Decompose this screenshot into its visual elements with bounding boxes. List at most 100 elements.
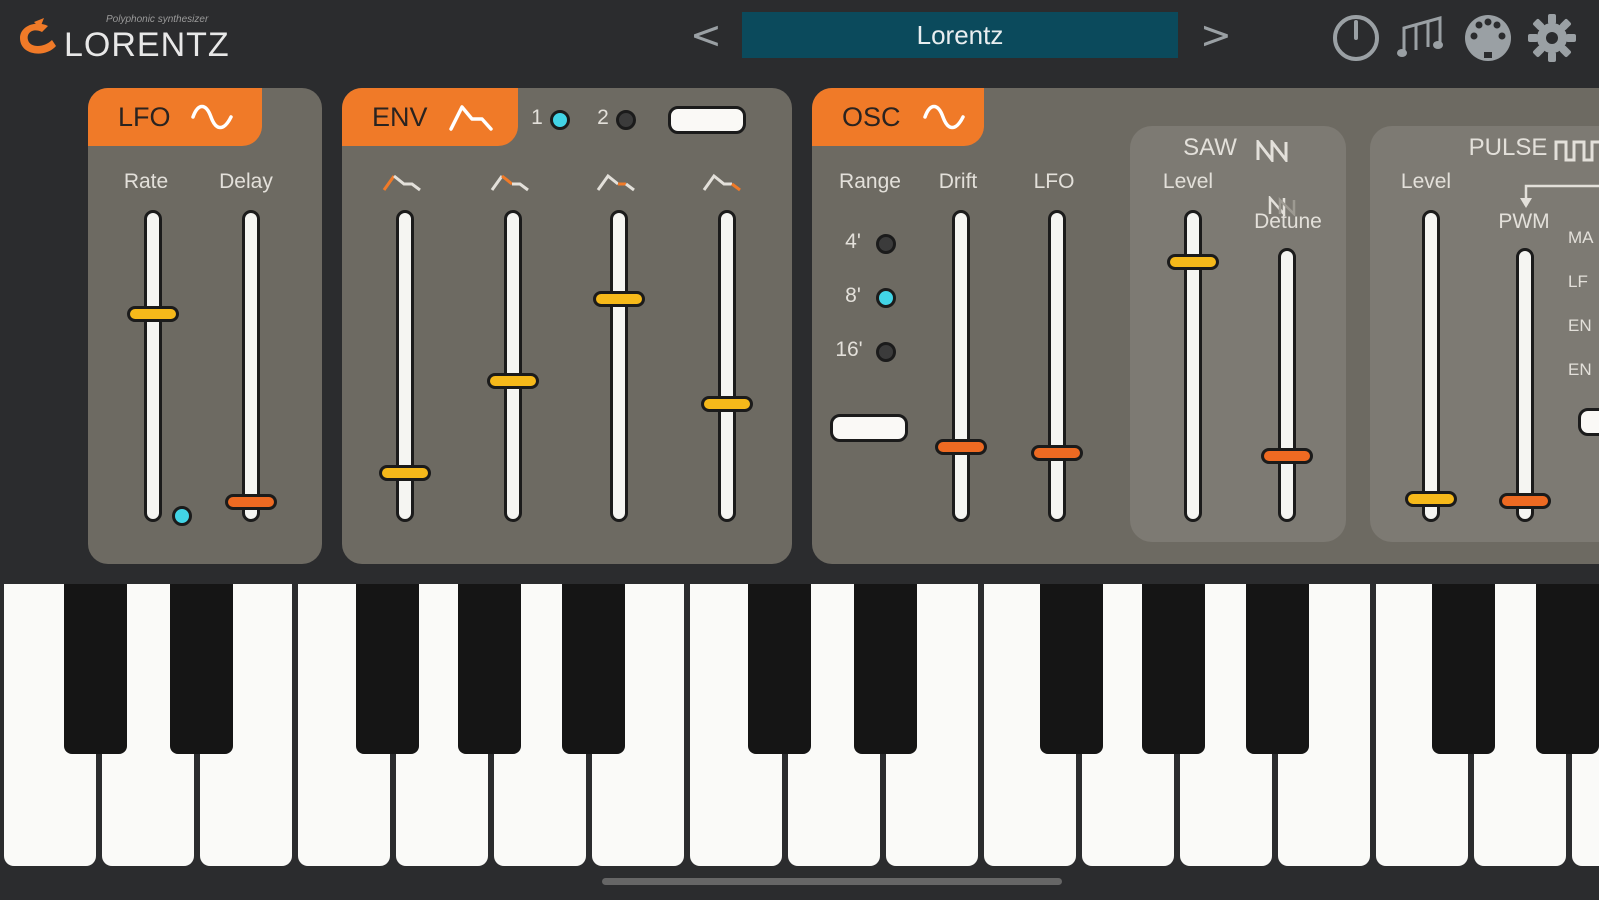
black-key[interactable] [170,584,233,754]
osc-toggle-button[interactable] [830,414,908,442]
gear-icon[interactable] [1526,12,1578,64]
osc-panel-tab: OSC [812,88,984,146]
logo-tagline: Polyphonic synthesizer [106,14,209,25]
lfo-rate-slider[interactable] [127,210,179,522]
pwm-source-1: MA [1568,228,1594,247]
midi-connector-icon[interactable] [1462,12,1514,64]
attack-stage-icon [382,174,421,192]
black-key[interactable] [356,584,419,754]
decay-stage-icon [490,174,529,192]
env-selector-1-label: 1 [531,106,543,129]
black-key[interactable] [1246,584,1309,754]
previous-preset-button[interactable]: < [690,12,722,58]
env-sustain-slider-handle[interactable] [593,291,645,308]
pulse-toggle-button[interactable] [1578,408,1599,436]
music-notes-icon[interactable] [1396,12,1448,64]
black-key[interactable] [458,584,521,754]
pulse-pwm-slider[interactable] [1499,248,1551,522]
env-decay-slider-handle[interactable] [487,372,539,389]
pulse-subpanel: PULSE Level PWM MA LF EN EN [1370,126,1599,542]
black-key[interactable] [1142,584,1205,754]
osc-lfo-slider[interactable] [1031,210,1083,522]
lfo-rate-slider-handle[interactable] [127,305,179,322]
lfo-panel-tab: LFO [88,88,262,146]
power-icon[interactable] [1330,12,1382,64]
osc-lfo-label: LFO [1033,170,1075,193]
pulse-pwm-slider-handle[interactable] [1499,492,1551,509]
env-release-slider[interactable] [701,210,753,522]
saw-subpanel: SAW Level Detune [1130,126,1346,542]
pwm-source-3: EN [1568,316,1592,335]
osc-panel: OSC Range 4' 8' 16' Drift LFO SAW Level … [812,88,1599,564]
env-title: ENV [372,102,428,132]
osc-drift-slider-handle[interactable] [935,439,987,456]
pulse-level-label: Level [1400,170,1452,193]
env-selector-1-led[interactable] [550,110,570,130]
top-bar: Polyphonic synthesizer LORENTZ < Lorentz… [0,0,1599,80]
next-preset-button[interactable]: > [1200,12,1232,58]
pulse-wave-icon [1554,140,1599,162]
black-key[interactable] [748,584,811,754]
lorentz-logo-icon [20,18,56,54]
pwm-routing-icon [1520,184,1599,208]
range-8-led[interactable] [876,288,896,308]
pulse-title: PULSE [1468,134,1548,161]
home-indicator [602,878,1062,885]
env-panel: ENV 1 2 [342,88,792,564]
range-option-4: 4' [845,230,861,253]
env-attack-slider-handle[interactable] [379,465,431,482]
release-stage-icon [702,173,741,192]
saw-title: SAW [1183,134,1237,161]
pulse-level-slider-handle[interactable] [1405,491,1457,508]
sustain-stage-icon [596,173,635,192]
lfo-delay-slider-handle[interactable] [225,494,277,511]
black-key[interactable] [1536,584,1599,754]
range-16-led[interactable] [876,342,896,362]
saw-level-slider-handle[interactable] [1167,253,1219,270]
env-sustain-slider[interactable] [593,210,645,522]
lfo-title: LFO [118,102,171,132]
saw-detune-slider-handle[interactable] [1261,447,1313,464]
osc-drift-slider[interactable] [935,210,987,522]
saw-detune-label: Detune [1254,210,1322,233]
osc-drift-label: Drift [938,170,978,193]
piano-keyboard[interactable] [0,584,1599,870]
logo-wordmark: LORENTZ [64,26,230,64]
lfo-panel: LFO Rate Delay [88,88,322,564]
env-release-slider-handle[interactable] [701,395,753,412]
black-key[interactable] [64,584,127,754]
lfo-delay-label: Delay [219,170,273,193]
env-attack-slider[interactable] [379,210,431,522]
lfo-rate-label: Rate [123,170,169,193]
preset-name-display[interactable]: Lorentz [742,12,1178,58]
range-option-8: 8' [845,284,861,307]
pulse-level-slider[interactable] [1405,210,1457,522]
osc-lfo-slider-handle[interactable] [1031,445,1083,461]
black-key[interactable] [1040,584,1103,754]
env-decay-slider[interactable] [487,210,539,522]
env-toggle-button[interactable] [668,106,746,134]
env-selector-2-led[interactable] [616,110,636,130]
pwm-source-2: LF [1568,272,1588,291]
sine-wave-icon [191,104,233,130]
osc-range-label: Range [839,170,901,193]
saw-level-label: Level [1162,170,1214,193]
sawtooth-wave-icon [1256,140,1288,162]
envelope-shape-icon [449,105,493,131]
lfo-delay-slider[interactable] [225,210,277,522]
black-key[interactable] [562,584,625,754]
osc-title: OSC [842,102,901,132]
app-logo: Polyphonic synthesizer LORENTZ [14,14,284,62]
saw-level-slider[interactable] [1167,210,1219,522]
range-option-16: 16' [835,338,863,361]
black-key[interactable] [854,584,917,754]
env-panel-tab: ENV [342,88,518,146]
range-4-led[interactable] [876,234,896,254]
lfo-rate-indicator-led [172,506,192,526]
env-selector-2-label: 2 [597,106,609,129]
pulse-pwm-label: PWM [1498,210,1550,233]
sine-wave-icon [923,104,965,130]
pwm-source-4: EN [1568,360,1592,379]
black-key[interactable] [1432,584,1495,754]
saw-detune-slider[interactable] [1261,248,1313,522]
